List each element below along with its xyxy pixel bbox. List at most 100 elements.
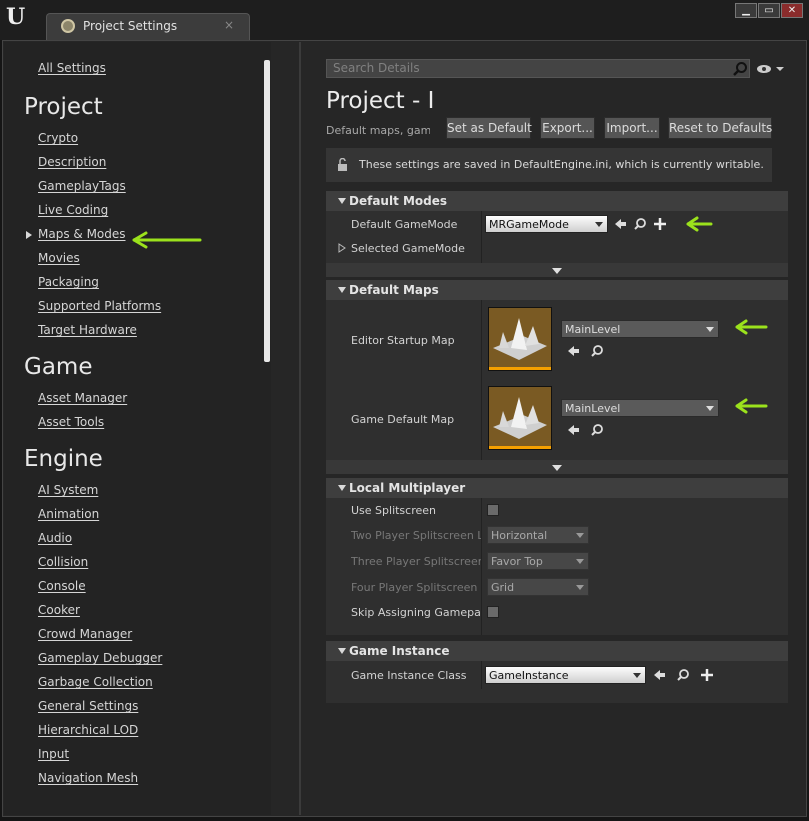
search-details-input[interactable]: Search Details bbox=[326, 59, 750, 78]
asset-type-bar bbox=[489, 367, 551, 370]
add-plus-icon[interactable] bbox=[653, 217, 667, 231]
section-header-local-multiplayer[interactable]: Local Multiplayer bbox=[326, 478, 788, 498]
browse-search-icon[interactable] bbox=[590, 423, 604, 437]
sidebar-item-gameplaytags[interactable]: GameplayTags bbox=[38, 179, 126, 193]
use-splitscreen-checkbox[interactable] bbox=[487, 504, 499, 516]
browse-search-icon[interactable] bbox=[633, 217, 647, 231]
sidebar-item-description[interactable]: Description bbox=[38, 155, 106, 169]
column-separator[interactable] bbox=[481, 498, 482, 635]
use-selected-arrow-icon[interactable] bbox=[566, 344, 580, 358]
use-selected-arrow-icon[interactable] bbox=[566, 423, 580, 437]
sidebar-item-crypto[interactable]: Crypto bbox=[38, 131, 78, 145]
import-button[interactable]: Import... bbox=[604, 117, 660, 139]
sidebar-all-settings[interactable]: All Settings bbox=[38, 61, 106, 75]
sidebar-item-console[interactable]: Console bbox=[38, 579, 86, 593]
export-button[interactable]: Export... bbox=[540, 117, 595, 139]
sidebar-item-animation[interactable]: Animation bbox=[38, 507, 99, 521]
default-gamemode-combo[interactable]: MRGameMode bbox=[485, 215, 608, 233]
sidebar-item-target-hardware[interactable]: Target Hardware bbox=[38, 323, 137, 337]
browse-search-icon[interactable] bbox=[590, 344, 604, 358]
sidebar-item-asset-tools[interactable]: Asset Tools bbox=[38, 415, 104, 429]
notice-text: These settings are saved in DefaultEngin… bbox=[359, 158, 764, 171]
sidebar-item-collision[interactable]: Collision bbox=[38, 555, 88, 569]
visibility-eye-icon[interactable] bbox=[756, 63, 784, 75]
combo-value: Favor Top bbox=[491, 555, 543, 568]
section-header-default-maps[interactable]: Default Maps bbox=[326, 280, 788, 300]
two-player-layout-label: Two Player Splitscreen La bbox=[351, 529, 481, 542]
column-separator[interactable] bbox=[481, 211, 482, 264]
sidebar-item-garbage-collection[interactable]: Garbage Collection bbox=[38, 675, 153, 689]
level-thumbnail-icon bbox=[493, 318, 547, 360]
section-title: Default Modes bbox=[349, 194, 448, 208]
column-separator[interactable] bbox=[481, 300, 482, 461]
game-default-map-label: Game Default Map bbox=[351, 413, 455, 426]
tab-close-button[interactable]: × bbox=[224, 18, 234, 32]
column-separator[interactable] bbox=[481, 661, 482, 689]
use-selected-arrow-icon[interactable] bbox=[652, 668, 666, 682]
sidebar-item-gameplay-debugger[interactable]: Gameplay Debugger bbox=[38, 651, 162, 665]
dropdown-arrow-icon bbox=[706, 406, 714, 411]
game-default-map-thumbnail[interactable] bbox=[488, 386, 552, 450]
maximize-button[interactable]: ▭ bbox=[758, 3, 780, 18]
three-player-layout-combo[interactable]: Favor Top bbox=[487, 552, 589, 570]
sidebar-item-movies[interactable]: Movies bbox=[38, 251, 80, 265]
sidebar-item-packaging[interactable]: Packaging bbox=[38, 275, 99, 289]
sidebar-heading-project: Project bbox=[24, 94, 103, 120]
tab-title: Project Settings bbox=[83, 19, 178, 33]
reset-to-defaults-button[interactable]: Reset to Defaults bbox=[668, 117, 772, 139]
advanced-arrow-icon bbox=[552, 268, 562, 274]
section-header-game-instance[interactable]: Game Instance bbox=[326, 641, 788, 661]
advanced-expander[interactable] bbox=[326, 263, 788, 277]
section-header-default-modes[interactable]: Default Modes bbox=[326, 191, 788, 211]
sidebar-item-input[interactable]: Input bbox=[38, 747, 69, 761]
minimize-button[interactable]: ▁ bbox=[735, 3, 757, 18]
section-title: Local Multiplayer bbox=[349, 481, 466, 495]
four-player-layout-combo[interactable]: Grid bbox=[487, 578, 589, 596]
selected-gamemode-label[interactable]: Selected GameMode bbox=[351, 242, 465, 255]
sidebar-item-maps-modes[interactable]: Maps & Modes bbox=[38, 227, 126, 241]
section-title: Default Maps bbox=[349, 283, 439, 297]
sidebar-item-supported-platforms[interactable]: Supported Platforms bbox=[38, 299, 161, 313]
panel-divider[interactable] bbox=[299, 42, 301, 815]
sidebar-item-hierarchical-lod[interactable]: Hierarchical LOD bbox=[38, 723, 138, 737]
use-splitscreen-label: Use Splitscreen bbox=[351, 504, 437, 517]
advanced-expander[interactable] bbox=[326, 460, 788, 474]
sidebar-item-navigation-mesh[interactable]: Navigation Mesh bbox=[38, 771, 138, 785]
use-selected-arrow-icon[interactable] bbox=[613, 217, 627, 231]
sidebar-item-audio[interactable]: Audio bbox=[38, 531, 72, 545]
editor-startup-map-combo[interactable]: MainLevel bbox=[561, 320, 719, 338]
game-instance-class-combo[interactable]: GameInstance bbox=[485, 666, 646, 684]
dropdown-arrow-icon bbox=[633, 673, 641, 678]
browse-search-icon[interactable] bbox=[676, 668, 690, 682]
set-as-default-button[interactable]: Set as Default bbox=[446, 117, 532, 139]
dropdown-arrow-icon bbox=[706, 327, 714, 332]
combo-value: Grid bbox=[491, 581, 515, 594]
add-plus-icon[interactable] bbox=[700, 668, 714, 682]
sidebar-item-ai-system[interactable]: AI System bbox=[38, 483, 98, 497]
sidebar-heading-game: Game bbox=[24, 354, 93, 380]
expand-arrow-icon[interactable] bbox=[338, 243, 346, 253]
sidebar-heading-engine: Engine bbox=[24, 446, 103, 472]
collapse-arrow-icon bbox=[338, 198, 346, 204]
two-player-layout-combo[interactable]: Horizontal bbox=[487, 526, 589, 544]
four-player-layout-label: Four Player Splitscreen La bbox=[351, 581, 481, 594]
sidebar-item-general-settings[interactable]: General Settings bbox=[38, 699, 138, 713]
sidebar-scrollbar[interactable] bbox=[264, 60, 270, 362]
section-default-maps: Default Maps bbox=[326, 280, 788, 461]
editor-startup-map-thumbnail[interactable] bbox=[488, 307, 552, 371]
tab-project-settings[interactable]: Project Settings × bbox=[46, 13, 250, 40]
three-player-layout-label: Three Player Splitscreen L bbox=[351, 555, 481, 568]
close-window-button[interactable]: ✕ bbox=[781, 3, 803, 18]
unreal-logo-icon: U bbox=[6, 4, 26, 30]
sidebar-item-cooker[interactable]: Cooker bbox=[38, 603, 80, 617]
sidebar-item-crowd-manager[interactable]: Crowd Manager bbox=[38, 627, 132, 641]
sidebar-item-asset-manager[interactable]: Asset Manager bbox=[38, 391, 127, 405]
game-default-map-combo[interactable]: MainLevel bbox=[561, 399, 719, 417]
sidebar-item-live-coding[interactable]: Live Coding bbox=[38, 203, 108, 217]
skip-gamepad-checkbox[interactable] bbox=[487, 606, 499, 618]
combo-value: Horizontal bbox=[491, 529, 548, 542]
search-icon[interactable] bbox=[732, 61, 748, 77]
unlock-icon bbox=[338, 158, 347, 171]
page-subtitle: Default maps, game bbox=[326, 124, 430, 137]
collapse-arrow-icon bbox=[338, 287, 346, 293]
